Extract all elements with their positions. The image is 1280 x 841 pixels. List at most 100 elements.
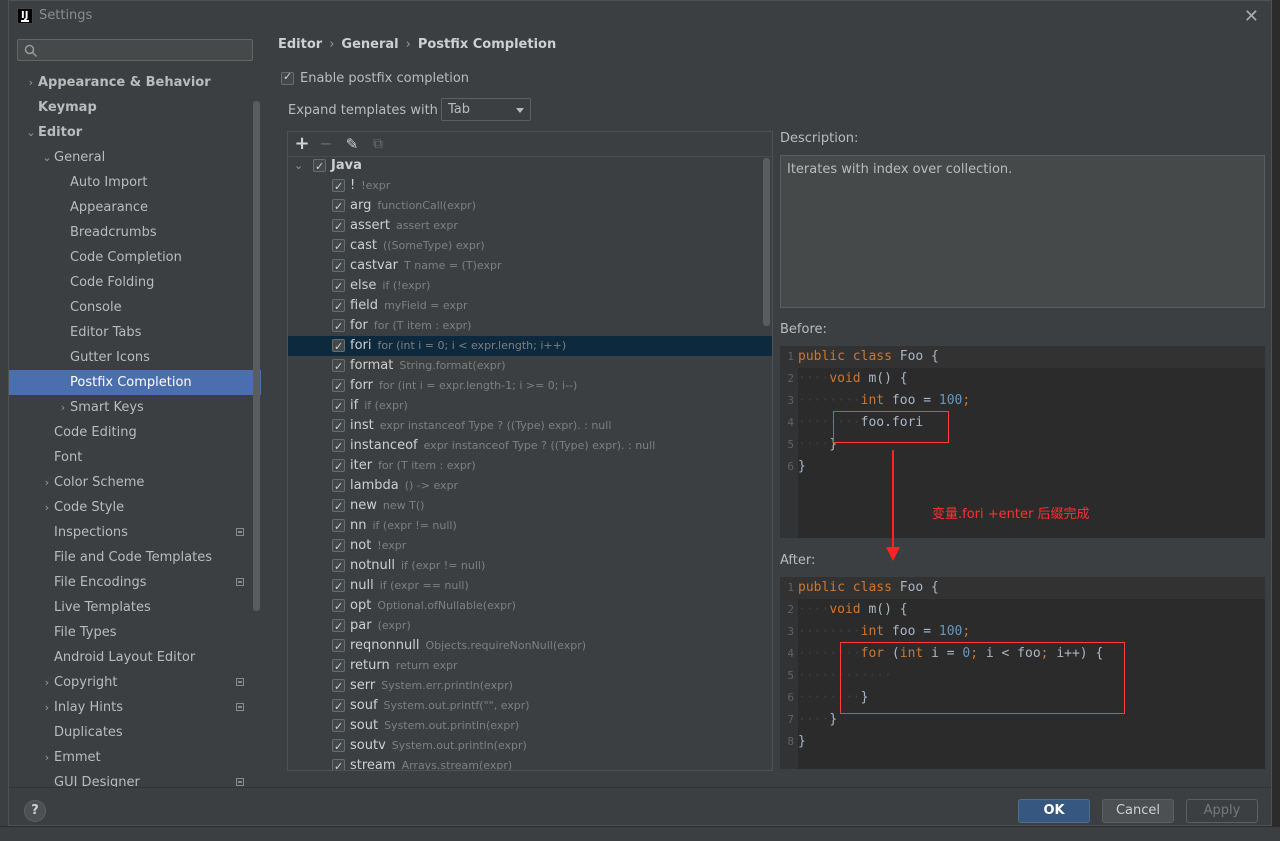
chevron-right-icon[interactable]: › [25, 70, 37, 95]
template-row[interactable]: notnull if (expr != null) [288, 556, 772, 577]
template-checkbox[interactable] [332, 537, 345, 557]
template-row[interactable]: inst expr instanceof Type ? ((Type) expr)… [288, 416, 772, 437]
sidebar-item-file-encodings[interactable]: File Encodings [9, 570, 261, 595]
sidebar-item-console[interactable]: Console [9, 295, 261, 320]
template-row[interactable]: else if (!expr) [288, 276, 772, 297]
template-checkbox[interactable] [332, 477, 345, 497]
template-checkbox[interactable] [332, 217, 345, 237]
sidebar-item-auto-import[interactable]: Auto Import [9, 170, 261, 195]
template-checkbox[interactable] [332, 357, 345, 377]
template-row[interactable]: assert assert expr [288, 216, 772, 237]
template-row[interactable]: soutv System.out.println(expr) [288, 736, 772, 757]
template-row[interactable]: ! !expr [288, 176, 772, 197]
template-row[interactable]: format String.format(expr) [288, 356, 772, 377]
template-row[interactable]: forr for (int i = expr.length-1; i >= 0; … [288, 376, 772, 397]
template-checkbox[interactable] [332, 517, 345, 537]
apply-button[interactable]: Apply [1186, 799, 1258, 823]
template-row[interactable]: souf System.out.printf("", expr) [288, 696, 772, 717]
template-checkbox[interactable] [332, 577, 345, 597]
ok-button[interactable]: OK [1018, 799, 1090, 823]
edit-icon[interactable]: ✎ [342, 134, 362, 154]
chevron-right-icon[interactable]: › [41, 670, 53, 695]
cancel-button[interactable]: Cancel [1102, 799, 1174, 823]
chevron-right-icon[interactable]: › [57, 395, 69, 420]
template-row[interactable]: castvar T name = (T)expr [288, 256, 772, 277]
sidebar-item-smart-keys[interactable]: › Smart Keys [9, 395, 261, 420]
sidebar-item-live-templates[interactable]: Live Templates [9, 595, 261, 620]
template-row[interactable]: nn if (expr != null) [288, 516, 772, 537]
template-checkbox[interactable] [332, 677, 345, 697]
template-row[interactable]: stream Arrays.stream(expr) [288, 756, 772, 770]
sidebar-item-keymap[interactable]: Keymap [9, 95, 261, 120]
template-checkbox[interactable] [332, 597, 345, 617]
sidebar-scrollbar[interactable] [253, 101, 260, 611]
template-checkbox[interactable] [332, 197, 345, 217]
sidebar-item-gui-designer[interactable]: GUI Designer [9, 770, 261, 787]
template-row[interactable]: serr System.err.println(expr) [288, 676, 772, 697]
template-checkbox[interactable] [332, 297, 345, 317]
template-group-java[interactable]: ⌄ Java [288, 156, 772, 177]
template-row[interactable]: iter for (T item : expr) [288, 456, 772, 477]
sidebar-item-postfix-completion[interactable]: Postfix Completion [9, 370, 261, 395]
template-checkbox[interactable] [332, 257, 345, 277]
chevron-right-icon[interactable]: › [41, 695, 53, 720]
template-checkbox[interactable] [332, 437, 345, 457]
template-row[interactable]: lambda () -> expr [288, 476, 772, 497]
help-button[interactable]: ? [24, 800, 46, 822]
chevron-right-icon[interactable]: › [41, 495, 53, 520]
settings-search[interactable] [17, 39, 253, 61]
copy-icon[interactable]: ⧉ [368, 134, 388, 154]
template-row[interactable]: fori for (int i = 0; i < expr.length; i++… [288, 336, 772, 357]
search-input[interactable] [46, 41, 250, 61]
sidebar-item-code-completion[interactable]: Code Completion [9, 245, 261, 270]
sidebar-item-editor[interactable]: ⌄ Editor [9, 120, 261, 145]
template-checkbox[interactable] [332, 317, 345, 337]
template-checkbox[interactable] [332, 237, 345, 257]
sidebar-item-duplicates[interactable]: Duplicates [9, 720, 261, 745]
template-checkbox[interactable] [332, 757, 345, 770]
template-row[interactable]: for for (T item : expr) [288, 316, 772, 337]
template-checkbox[interactable] [332, 337, 345, 357]
template-checkbox[interactable] [332, 697, 345, 717]
template-row[interactable]: sout System.out.println(expr) [288, 716, 772, 737]
template-row[interactable]: cast ((SomeType) expr) [288, 236, 772, 257]
sidebar-item-inlay-hints[interactable]: › Inlay Hints [9, 695, 261, 720]
template-checkbox[interactable] [332, 717, 345, 737]
sidebar-item-font[interactable]: Font [9, 445, 261, 470]
template-row[interactable]: arg functionCall(expr) [288, 196, 772, 217]
template-row[interactable]: not !expr [288, 536, 772, 557]
chevron-right-icon[interactable]: › [41, 470, 53, 495]
template-checkbox[interactable] [332, 737, 345, 757]
template-checkbox[interactable] [332, 397, 345, 417]
sidebar-item-inspections[interactable]: Inspections [9, 520, 261, 545]
sidebar-item-code-editing[interactable]: Code Editing [9, 420, 261, 445]
template-checkbox[interactable] [332, 617, 345, 637]
sidebar-item-editor-tabs[interactable]: Editor Tabs [9, 320, 261, 345]
template-checkbox[interactable] [332, 417, 345, 437]
sidebar-item-file-types[interactable]: File Types [9, 620, 261, 645]
sidebar-item-color-scheme[interactable]: › Color Scheme [9, 470, 261, 495]
sidebar-item-android-layout-editor[interactable]: Android Layout Editor [9, 645, 261, 670]
templates-scrollbar[interactable] [763, 158, 770, 326]
java-group-checkbox[interactable] [313, 157, 326, 177]
template-checkbox[interactable] [332, 457, 345, 477]
template-row[interactable]: instanceof expr instanceof Type ? ((Type)… [288, 436, 772, 457]
sidebar-item-code-style[interactable]: › Code Style [9, 495, 261, 520]
template-row[interactable]: reqnonnull Objects.requireNonNull(expr) [288, 636, 772, 657]
sidebar-item-appearance[interactable]: Appearance [9, 195, 261, 220]
template-row[interactable]: field myField = expr [288, 296, 772, 317]
close-icon[interactable]: ✕ [1244, 6, 1259, 27]
chevron-down-icon[interactable]: ⌄ [294, 156, 303, 176]
chevron-down-icon[interactable]: ⌄ [25, 120, 37, 145]
sidebar-item-breadcrumbs[interactable]: Breadcrumbs [9, 220, 261, 245]
template-checkbox[interactable] [332, 557, 345, 577]
sidebar-item-appearance-behavior[interactable]: › Appearance & Behavior [9, 70, 261, 95]
enable-postfix-row[interactable]: Enable postfix completion [281, 70, 469, 86]
template-row[interactable]: null if (expr == null) [288, 576, 772, 597]
add-icon[interactable]: + [292, 134, 312, 154]
sidebar-item-gutter-icons[interactable]: Gutter Icons [9, 345, 261, 370]
sidebar-item-file-and-code-templates[interactable]: File and Code Templates [9, 545, 261, 570]
sidebar-item-emmet[interactable]: › Emmet [9, 745, 261, 770]
template-row[interactable]: return return expr [288, 656, 772, 677]
template-checkbox[interactable] [332, 637, 345, 657]
